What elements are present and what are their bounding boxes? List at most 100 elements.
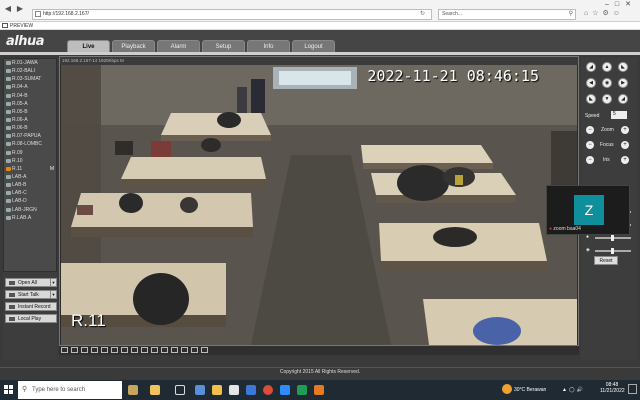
layout-16-icon[interactable] (131, 347, 138, 353)
channel-item[interactable]: R.05-B (4, 108, 56, 116)
ptz-up-right-button[interactable]: ◣ (618, 62, 628, 72)
tab-logout[interactable]: Logout (292, 40, 335, 52)
channel-item[interactable]: R.02-BALI (4, 67, 56, 75)
camera-feed[interactable]: 2022-11-21 08:46:15 R.11 (61, 65, 577, 345)
channel-item[interactable]: R.06-B (4, 124, 56, 132)
layout-1-icon[interactable] (71, 347, 78, 353)
focus-plus-button[interactable]: + (621, 141, 629, 149)
start-talk-button[interactable]: Start Talk ▼ (5, 290, 57, 299)
ptz-left-button[interactable]: ◀ (586, 78, 596, 88)
browser-tool-icons[interactable]: ⌂☆⚙☺ (584, 9, 624, 17)
zoom-name-text: zoom baa04 (553, 226, 581, 232)
window-controls[interactable]: –□✕ (605, 0, 637, 8)
focus-minus-button[interactable]: − (586, 141, 594, 149)
tab-live[interactable]: Live (67, 40, 110, 52)
channel-item[interactable]: LAB-JRGN (4, 206, 56, 214)
channel-item[interactable]: R.06-A (4, 116, 56, 124)
record-icon (9, 305, 15, 309)
ptz-right-button[interactable]: ▶ (618, 78, 628, 88)
xmas-icon[interactable] (128, 385, 138, 395)
channel-item[interactable]: R.08-LOMBC (4, 140, 56, 148)
zoom-minus-button[interactable]: − (586, 126, 594, 134)
channel-item[interactable]: R.04-B (4, 92, 56, 100)
browser-tab[interactable]: PREVIEW (2, 22, 33, 30)
ptz-up-button[interactable]: ▲ (602, 62, 612, 72)
ptz-down-right-button[interactable]: ◢ (618, 94, 628, 104)
ptz-center-button[interactable]: ◉ (602, 78, 612, 88)
tray-icons[interactable]: ▲◯🔊 (562, 387, 585, 393)
ptz-down-button[interactable]: ▼ (602, 94, 612, 104)
forward-icon[interactable]: ▶ (15, 4, 25, 14)
search-icon[interactable]: ⚲ (569, 10, 573, 19)
tab-setup[interactable]: Setup (202, 40, 245, 52)
channel-list[interactable]: R.01-JAWA R.02-BALI R.03-SUMAT R.04-A R.04-B… (3, 58, 57, 272)
channel-item[interactable]: LAB-B (4, 181, 56, 189)
channel-item[interactable]: R.LAB.A (4, 214, 56, 222)
layout-25-icon[interactable] (141, 347, 148, 353)
iris-plus-button[interactable]: + (621, 156, 629, 164)
windows-start-icon[interactable] (4, 385, 14, 395)
layout-6-icon[interactable] (91, 347, 98, 353)
chrome-icon[interactable] (263, 385, 273, 395)
channel-item[interactable]: LAB-D (4, 197, 56, 205)
app-icon[interactable] (297, 385, 307, 395)
channel-item[interactable]: R.01-JAWA (4, 59, 56, 67)
settings-icon[interactable] (201, 347, 208, 353)
channel-item[interactable]: R.07-PAPUA (4, 132, 56, 140)
store-icon[interactable] (246, 385, 256, 395)
zoom-icon[interactable] (280, 385, 290, 395)
iris-minus-button[interactable]: − (586, 156, 594, 164)
calendar-icon[interactable] (229, 385, 239, 395)
layout-36-icon[interactable] (151, 347, 158, 353)
video-window[interactable]: 192.168.2.167-14 1920Kbps M 2022-11-21 0… (59, 56, 579, 346)
channel-item[interactable]: R.09 (4, 149, 56, 157)
tab-info[interactable]: Info (247, 40, 290, 52)
zoom-meeting-popup[interactable]: Z ● zoom baa04 (546, 185, 630, 235)
audio-icon[interactable] (181, 347, 188, 353)
open-all-button[interactable]: Open All ▼ (5, 278, 57, 287)
xmas-tree-icon[interactable] (150, 385, 160, 395)
firefox-icon[interactable] (314, 385, 324, 395)
reset-button[interactable]: Reset (594, 256, 618, 265)
channel-item[interactable]: LAB-C (4, 189, 56, 197)
refresh-icon[interactable]: ↻ (420, 10, 425, 17)
fullscreen-icon[interactable] (61, 347, 68, 353)
app-icon[interactable] (195, 385, 205, 395)
chevron-down-icon[interactable]: ▼ (50, 279, 56, 286)
back-icon[interactable]: ◀ (3, 4, 13, 14)
tab-alarm[interactable]: Alarm (157, 40, 200, 52)
local-play-button[interactable]: Local Play (5, 314, 57, 323)
chevron-down-icon[interactable]: ▼ (50, 291, 56, 298)
file-explorer-icon[interactable] (212, 385, 222, 395)
ptz-up-left-button[interactable]: ◢ (586, 62, 596, 72)
speed-select[interactable]: 5 (611, 111, 627, 119)
notification-icon[interactable] (628, 384, 637, 394)
instant-record-button[interactable]: Instant Record (5, 302, 57, 311)
hue-slider[interactable] (595, 248, 631, 254)
osd-timestamp: 2022-11-21 08:46:15 (367, 67, 539, 85)
address-bar[interactable]: http://192.168.2.167/ (32, 9, 432, 20)
browser-search-input[interactable]: Search... ⚲ (438, 9, 576, 20)
layout-4-icon[interactable] (81, 347, 88, 353)
task-view-icon[interactable] (175, 385, 185, 395)
channel-item[interactable]: R.05-A (4, 100, 56, 108)
record-toggle-icon[interactable] (171, 347, 178, 353)
close-all-icon[interactable] (191, 347, 198, 353)
snapshot-icon[interactable] (161, 347, 168, 353)
saturation-slider[interactable] (595, 235, 631, 241)
clock[interactable]: 08:48 11/21/2022 (600, 382, 625, 394)
channel-label: LAB-JRGN (12, 206, 37, 213)
taskbar-search-input[interactable]: ⚲ Type here to search (18, 381, 122, 399)
channel-item[interactable]: R.10 (4, 157, 56, 165)
layout-9-icon[interactable] (111, 347, 118, 353)
channel-item[interactable]: R.11 M (4, 165, 56, 173)
ptz-down-left-button[interactable]: ◣ (586, 94, 596, 104)
channel-item[interactable]: R.04-A (4, 83, 56, 91)
layout-8-icon[interactable] (101, 347, 108, 353)
weather-text[interactable]: 30°C Berawan (514, 387, 546, 393)
layout-13-icon[interactable] (121, 347, 128, 353)
zoom-plus-button[interactable]: + (621, 126, 629, 134)
tab-playback[interactable]: Playback (112, 40, 155, 52)
channel-item[interactable]: LAB-A (4, 173, 56, 181)
channel-item[interactable]: R.03-SUMAT (4, 75, 56, 83)
